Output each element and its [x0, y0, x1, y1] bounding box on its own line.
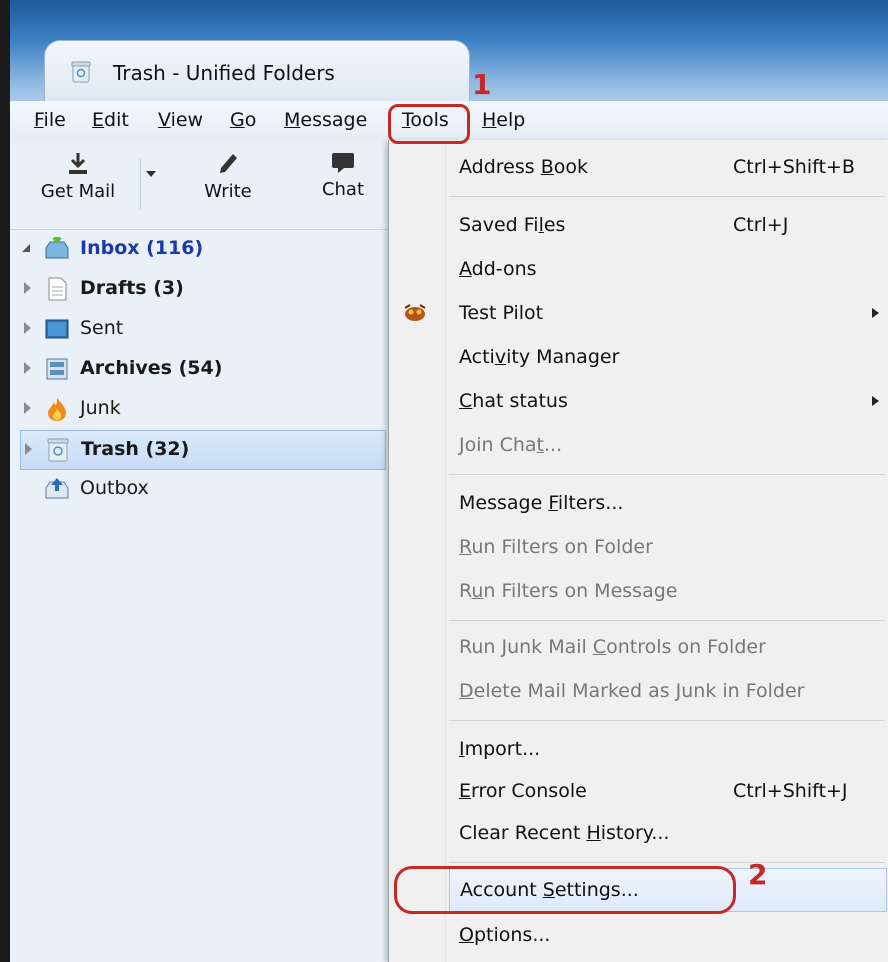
menu-item-test-pilot[interactable]: Test Pilot	[389, 292, 888, 334]
chat-label: Chat	[321, 179, 365, 200]
menu-item-error-console[interactable]: Error Console Ctrl+Shift+J	[389, 770, 888, 812]
menu-item-label: Test Pilot	[459, 302, 544, 324]
menu-separator	[449, 862, 885, 863]
folder-archives[interactable]: Archives (54)	[20, 350, 384, 388]
sent-icon	[45, 319, 69, 339]
menu-separator	[449, 196, 885, 197]
write-label: Write	[204, 181, 252, 202]
menu-separator	[449, 620, 885, 621]
menu-item-label: Message Filters...	[459, 492, 624, 514]
annotation-number-2: 2	[748, 858, 768, 891]
test-pilot-icon	[404, 304, 426, 321]
menu-item-address-book[interactable]: Address Book Ctrl+Shift+B	[389, 146, 888, 188]
toolbar: Get Mail Write Chat	[10, 141, 388, 230]
menu-view[interactable]: View	[158, 109, 203, 131]
drafts-icon	[48, 277, 67, 301]
folder-outbox[interactable]: Outbox	[20, 470, 384, 508]
menu-item-label: Import...	[459, 738, 541, 760]
menu-item-join-chat: Join Chat...	[389, 424, 888, 466]
menu-item-label: Delete Mail Marked as Junk in Folder	[459, 680, 805, 702]
chat-bubble-icon	[332, 153, 354, 173]
menu-item-options[interactable]: Options...	[389, 914, 888, 956]
chat-button[interactable]: Chat	[308, 151, 378, 200]
expand-twisty[interactable]	[22, 244, 30, 252]
toolbar-divider	[140, 159, 141, 209]
menu-separator	[449, 720, 885, 721]
menu-item-run-filters-message: Run Filters on Message	[389, 570, 888, 612]
menu-item-label: Activity Manager	[459, 346, 620, 368]
submenu-arrow-icon	[872, 396, 879, 406]
shortcut-label: Ctrl+J	[733, 214, 789, 236]
folder-trash[interactable]: Trash (32)	[20, 430, 386, 470]
outbox-icon	[45, 478, 69, 499]
junk-flame-icon	[48, 398, 66, 421]
menu-item-import[interactable]: Import...	[389, 728, 888, 770]
write-button[interactable]: Write	[192, 151, 264, 202]
folder-name: Junk	[80, 397, 121, 419]
menu-item-delete-junk: Delete Mail Marked as Junk in Folder	[389, 670, 888, 712]
menu-edit[interactable]: Edit	[92, 109, 129, 131]
trash-icon	[71, 61, 91, 83]
menu-item-label: Options...	[459, 924, 551, 946]
folder-name: Sent	[80, 317, 124, 339]
tools-menu: Address Book Ctrl+Shift+B Saved Files Ct…	[388, 140, 888, 962]
folder-inbox[interactable]: Inbox (116)	[20, 230, 384, 268]
menu-separator	[449, 474, 885, 475]
annotation-box-tools	[388, 104, 470, 144]
inbox-icon	[45, 237, 69, 259]
window-edge	[0, 0, 10, 962]
menu-item-activity-manager[interactable]: Activity Manager	[389, 336, 888, 378]
annotation-box-account-settings	[394, 866, 736, 914]
folder-name: Outbox	[80, 477, 149, 499]
get-mail-button[interactable]: Get Mail	[30, 151, 126, 202]
collapse-twisty[interactable]	[25, 443, 32, 455]
folder-junk[interactable]: Junk	[20, 390, 384, 428]
tab-trash-unified-folders[interactable]: Trash - Unified Folders	[44, 40, 470, 103]
pencil-icon	[220, 154, 237, 173]
menu-item-clear-history[interactable]: Clear Recent History...	[389, 812, 888, 854]
menu-help[interactable]: Help	[482, 109, 525, 131]
menu-item-run-filters-folder: Run Filters on Folder	[389, 526, 888, 568]
menu-item-label: Error Console	[459, 780, 587, 802]
folder-name: Archives (54)	[80, 357, 223, 379]
menu-item-label: Saved Files	[459, 214, 566, 236]
menu-item-message-filters[interactable]: Message Filters...	[389, 482, 888, 524]
menu-item-label: Clear Recent History...	[459, 822, 670, 844]
trash-icon	[47, 438, 69, 462]
menu-item-label: Run Filters on Folder	[459, 536, 653, 558]
menu-file[interactable]: File	[34, 109, 66, 131]
menu-message[interactable]: Message	[284, 109, 367, 131]
folder-sent[interactable]: Sent	[20, 310, 384, 348]
menu-item-label: Run Filters on Message	[459, 580, 678, 602]
folder-name: Trash (32)	[81, 438, 190, 460]
menu-item-run-junk-controls: Run Junk Mail Controls on Folder	[389, 626, 888, 668]
get-mail-label: Get Mail	[40, 181, 116, 202]
collapse-twisty[interactable]	[24, 322, 31, 334]
menu-item-label: Run Junk Mail Controls on Folder	[459, 636, 766, 658]
folder-drafts[interactable]: Drafts (3)	[20, 270, 384, 308]
collapse-twisty[interactable]	[24, 282, 31, 294]
menu-item-label: Join Chat...	[459, 434, 563, 456]
menu-go[interactable]: Go	[230, 109, 256, 131]
menu-item-saved-files[interactable]: Saved Files Ctrl+J	[389, 204, 888, 246]
menu-item-label: Chat status	[459, 390, 568, 412]
folder-name: Drafts (3)	[80, 277, 184, 299]
menu-item-label: Add-ons	[459, 258, 537, 280]
tab-title: Trash - Unified Folders	[113, 61, 335, 85]
collapse-twisty[interactable]	[24, 402, 31, 414]
menu-item-addons[interactable]: Add-ons	[389, 248, 888, 290]
shortcut-label: Ctrl+Shift+B	[733, 156, 855, 178]
get-mail-dropdown-arrow[interactable]	[146, 171, 156, 177]
archives-icon	[46, 358, 68, 380]
download-icon	[69, 153, 87, 174]
annotation-number-1: 1	[472, 68, 492, 101]
menu-item-label: Address Book	[459, 156, 589, 178]
folder-name: Inbox (116)	[80, 237, 204, 259]
menu-item-chat-status[interactable]: Chat status	[389, 380, 888, 422]
collapse-twisty[interactable]	[24, 362, 31, 374]
folder-pane: Inbox (116) Drafts (3) Sent Archives (54…	[10, 230, 388, 962]
submenu-arrow-icon	[872, 308, 879, 318]
shortcut-label: Ctrl+Shift+J	[733, 780, 848, 802]
